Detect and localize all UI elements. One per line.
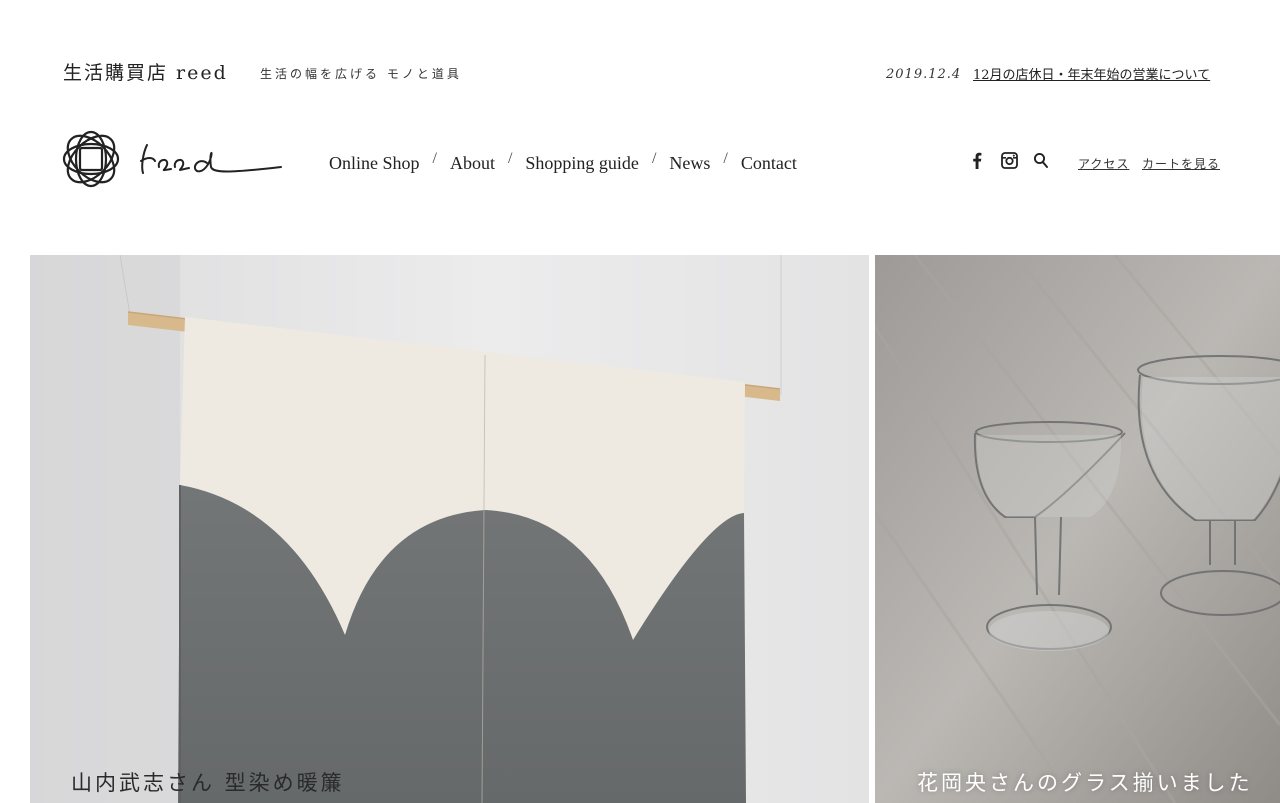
nav-news[interactable]: News <box>669 153 710 174</box>
news-headline-link[interactable]: 12月の店休日・年末年始の営業について <box>973 64 1210 83</box>
nav-separator: / <box>651 150 657 167</box>
search-icon[interactable] <box>1032 151 1050 169</box>
access-link[interactable]: アクセス <box>1078 155 1129 172</box>
store-name: 生活購買店 reed <box>63 62 228 84</box>
top-bar: 生活購買店 reed 生活の幅を広げる モノと道具 2019.12.4 12月の… <box>0 0 1280 110</box>
hero-slide-glasses[interactable]: 花岡央さんのグラス揃いました <box>875 255 1280 803</box>
glasses-photo <box>875 255 1280 803</box>
nav-contact[interactable]: Contact <box>741 153 797 174</box>
main-nav: Online Shop / About / Shopping guide / N… <box>329 150 797 176</box>
nav-separator: / <box>723 150 728 167</box>
store-tagline: 生活の幅を広げる モノと道具 <box>260 67 462 81</box>
nav-shopping-guide[interactable]: Shopping guide <box>525 153 639 174</box>
noren-photo <box>30 255 869 803</box>
nav-separator: / <box>432 150 437 167</box>
slide-caption: 花岡央さんのグラス揃いました <box>917 771 1253 795</box>
news-date: 2019.12.4 <box>886 67 962 82</box>
nav-separator: / <box>507 150 513 167</box>
slide-caption: 山内武志さん 型染め暖簾 <box>71 771 345 795</box>
facebook-icon[interactable] <box>968 151 986 169</box>
social-icons <box>968 151 1064 169</box>
view-cart-link[interactable]: カートを見る <box>1142 155 1220 172</box>
hero-slide-noren[interactable]: 山内武志さん 型染め暖簾 <box>30 255 869 803</box>
nav-about[interactable]: About <box>450 153 495 174</box>
reed-logo-mark <box>62 130 282 188</box>
nav-online-shop[interactable]: Online Shop <box>329 153 420 174</box>
instagram-icon[interactable] <box>1000 151 1018 169</box>
reed-logo[interactable] <box>59 127 285 191</box>
